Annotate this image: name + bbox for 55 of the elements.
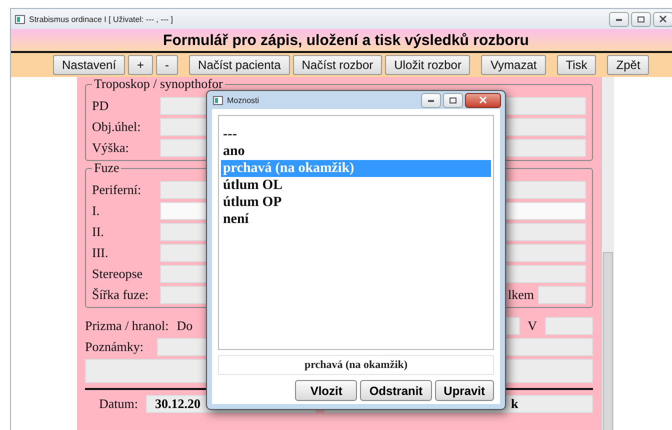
close-button[interactable] [465, 92, 501, 108]
maximize-icon [637, 16, 645, 22]
app-icon [15, 14, 25, 24]
dialog-button[interactable]: Upravit [434, 380, 494, 401]
field-label: V [528, 318, 537, 334]
window-title: Strabismus ordinace I [ Uživatel: --- , --- ] [29, 14, 174, 24]
minimize-icon [427, 97, 435, 103]
field-label: Výška: [92, 140, 130, 156]
close-icon [659, 15, 667, 23]
minimize-button[interactable] [609, 12, 629, 26]
field-label: Do [176, 318, 193, 334]
maximize-icon [449, 96, 457, 104]
toolbar-button[interactable]: Načíst pacienta [189, 55, 290, 75]
field-label: lkem [508, 287, 534, 303]
toolbar-button[interactable]: Zpět [607, 55, 650, 75]
group-legend: Fuze [92, 161, 122, 175]
list-item[interactable]: útlum OP [221, 194, 491, 211]
close-button[interactable] [653, 12, 672, 26]
field-label: Poznámky: [85, 339, 144, 355]
input-field[interactable] [538, 286, 586, 304]
dialog-button[interactable]: Odstranit [360, 380, 432, 401]
form-title: Formulář pro zápis, uložení a tisk výsledků rozboru [163, 32, 529, 48]
list-item[interactable]: útlum OL [221, 177, 491, 194]
field-label: Datum: [99, 396, 138, 412]
toolbar-button[interactable]: Vymazat [481, 55, 546, 75]
list-item[interactable]: není [221, 211, 491, 228]
field-label: I. [92, 203, 101, 219]
list-item[interactable]: ano [221, 143, 491, 160]
scrollbar[interactable] [601, 77, 614, 430]
toolbar-button[interactable]: Nastavení [53, 55, 126, 75]
toolbar-button[interactable]: + [128, 55, 154, 75]
dialog-title: Moznosti [227, 96, 260, 104]
group-legend: Troposkop / synopthofor [92, 77, 225, 91]
field-label: PD [92, 98, 110, 114]
toolbar-button[interactable]: Uložit rozbor [385, 55, 470, 75]
close-icon [479, 96, 487, 104]
maximize-button[interactable] [631, 12, 651, 26]
toolbar-button[interactable]: - [156, 55, 178, 75]
field-label: III. [92, 245, 110, 261]
toolbar-button[interactable]: Tisk [556, 55, 596, 75]
field-label: Prizma / hranol: [85, 318, 169, 334]
field-label: II. [92, 224, 105, 240]
list-item[interactable]: --- [221, 126, 491, 143]
field-label: Periferní: [92, 182, 142, 198]
field-label: Stereopse [92, 266, 144, 282]
maximize-button[interactable] [443, 92, 463, 108]
minimize-button[interactable] [421, 92, 441, 108]
toolbar-button[interactable]: Načíst rozbor [292, 55, 382, 75]
field-label: Šířka fuze: [92, 287, 150, 303]
minimize-icon [615, 16, 623, 22]
app-icon [213, 96, 223, 104]
input-field[interactable] [545, 317, 593, 335]
field-label: Obj.úhel: [92, 119, 142, 135]
selection-field: prchavá (na okamžik) [218, 355, 494, 375]
dialog-button[interactable]: Vlozit [295, 380, 358, 401]
